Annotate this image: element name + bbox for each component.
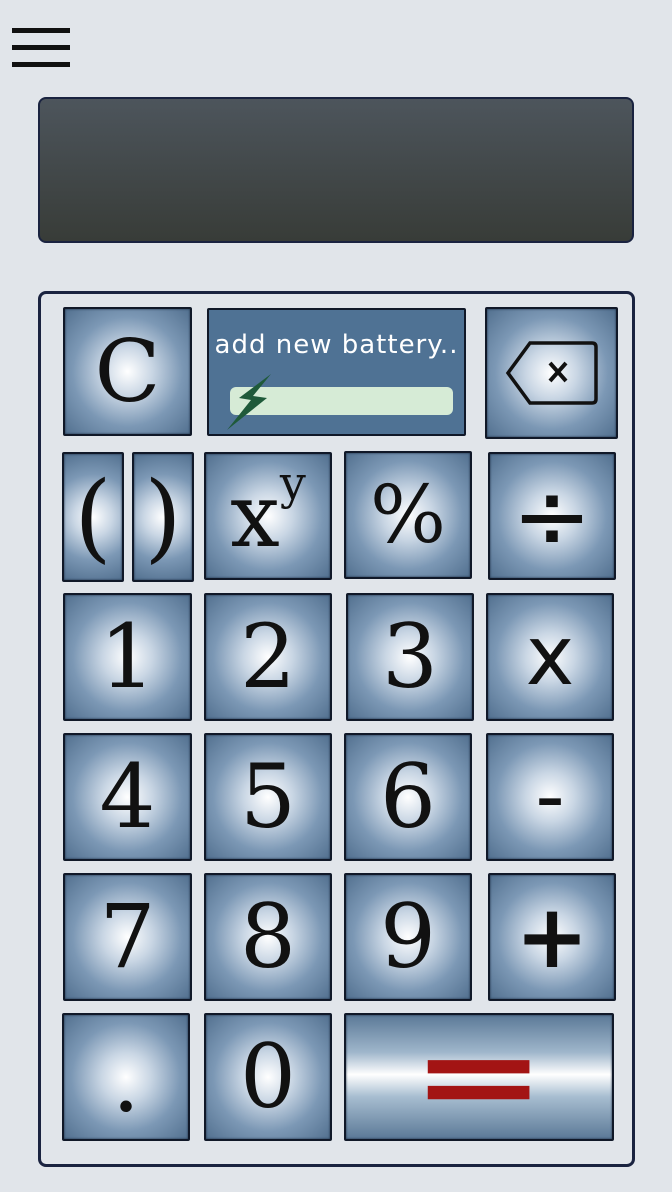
add-battery-button[interactable]: add new battery..: [207, 308, 466, 436]
digit-2-button[interactable]: 2: [204, 593, 332, 721]
clear-button[interactable]: C: [63, 307, 192, 436]
backspace-button[interactable]: [485, 307, 618, 439]
digit-7-button[interactable]: 7: [63, 873, 192, 1001]
digit-0-button[interactable]: 0: [204, 1013, 332, 1141]
lightning-bolt-icon: [227, 374, 271, 430]
close-paren-button[interactable]: ): [132, 452, 194, 582]
digit-4-button[interactable]: 4: [63, 733, 192, 861]
power-exponent: y: [279, 456, 306, 510]
digit-1-button[interactable]: 1: [63, 593, 192, 721]
equals-button[interactable]: =: [344, 1013, 614, 1141]
percent-button[interactable]: %: [344, 451, 472, 579]
digit-3-button[interactable]: 3: [346, 593, 474, 721]
menu-button[interactable]: [12, 28, 70, 72]
decimal-button[interactable]: .: [62, 1013, 190, 1141]
battery-label: add new battery..: [214, 330, 459, 360]
digit-6-button[interactable]: 6: [344, 733, 472, 861]
open-paren-button[interactable]: (: [62, 452, 124, 582]
digit-9-button[interactable]: 9: [344, 873, 472, 1001]
minus-button[interactable]: -: [486, 733, 614, 861]
power-base: x: [230, 464, 280, 567]
divide-button[interactable]: ÷: [488, 452, 616, 580]
calculator-display: [38, 97, 634, 243]
backspace-icon: [505, 341, 598, 405]
plus-button[interactable]: +: [488, 873, 616, 1001]
power-button[interactable]: x y: [204, 452, 332, 580]
digit-5-button[interactable]: 5: [204, 733, 332, 861]
digit-8-button[interactable]: 8: [204, 873, 332, 1001]
multiply-button[interactable]: x: [486, 593, 614, 721]
hamburger-menu-icon: [12, 28, 70, 33]
